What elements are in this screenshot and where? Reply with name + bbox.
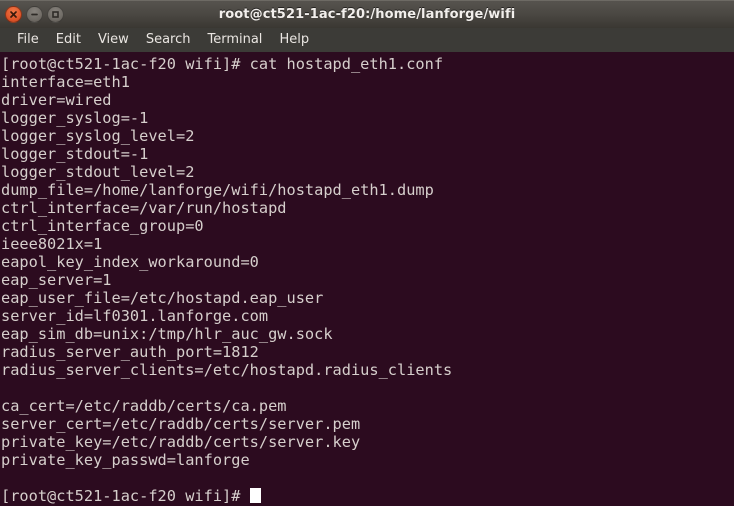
menu-item-edit[interactable]: Edit: [48, 31, 90, 49]
window-controls: [0, 6, 64, 23]
terminal-line: ctrl_interface=/var/run/hostapd: [1, 199, 287, 217]
terminal-line: server_cert=/etc/raddb/certs/server.pem: [1, 415, 361, 433]
terminal-line: ctrl_interface_group=0: [1, 217, 204, 235]
terminal-line: eapol_key_index_workaround=0: [1, 253, 259, 271]
menu-item-terminal[interactable]: Terminal: [199, 31, 271, 49]
terminal-line: logger_stdout=-1: [1, 145, 149, 163]
terminal-window: root@ct521-1ac-f20:/home/lanforge/wifi F…: [0, 0, 734, 506]
minimize-icon: [31, 13, 38, 16]
terminal-line: interface=eth1: [1, 73, 130, 91]
terminal-line: eap_user_file=/etc/hostapd.eap_user: [1, 289, 324, 307]
text-cursor: [249, 488, 262, 503]
terminal-line: private_key=/etc/raddb/certs/server.key: [1, 433, 361, 451]
menu-item-help[interactable]: Help: [271, 31, 318, 49]
title-bar[interactable]: root@ct521-1ac-f20:/home/lanforge/wifi: [0, 0, 734, 28]
terminal-line: eap_sim_db=unix:/tmp/hlr_auc_gw.sock: [1, 325, 333, 343]
shell-prompt: [root@ct521-1ac-f20 wifi]#: [1, 487, 250, 505]
terminal-line: logger_syslog=-1: [1, 109, 149, 127]
minimize-button[interactable]: [26, 6, 43, 23]
terminal-line: logger_syslog_level=2: [1, 127, 195, 145]
menu-item-file[interactable]: File: [9, 31, 48, 49]
terminal-line: radius_server_auth_port=1812: [1, 343, 259, 361]
maximize-button[interactable]: [47, 6, 64, 23]
terminal-line: server_id=lf0301.lanforge.com: [1, 307, 269, 325]
menu-item-view[interactable]: View: [90, 31, 138, 49]
terminal-text: [root@ct521-1ac-f20 wifi]# cat hostapd_e…: [1, 55, 734, 505]
terminal-line: logger_stdout_level=2: [1, 163, 195, 181]
terminal-prompt-line: [root@ct521-1ac-f20 wifi]#: [1, 487, 734, 505]
terminal-output-area[interactable]: [root@ct521-1ac-f20 wifi]# cat hostapd_e…: [0, 52, 734, 506]
window-title: root@ct521-1ac-f20:/home/lanforge/wifi: [218, 7, 516, 22]
terminal-line: radius_server_clients=/etc/hostapd.radiu…: [1, 361, 453, 379]
menu-item-search[interactable]: Search: [138, 31, 200, 49]
menu-bar: File Edit View Search Terminal Help: [0, 28, 734, 52]
terminal-line: dump_file=/home/lanforge/wifi/hostapd_et…: [1, 181, 434, 199]
terminal-line: [root@ct521-1ac-f20 wifi]# cat hostapd_e…: [1, 55, 444, 73]
maximize-icon: [52, 11, 59, 18]
terminal-line: private_key_passwd=lanforge: [1, 451, 250, 469]
terminal-line: eap_server=1: [1, 271, 112, 289]
close-icon: [10, 11, 17, 18]
close-button[interactable]: [5, 6, 22, 23]
terminal-line: driver=wired: [1, 91, 112, 109]
terminal-line: ieee8021x=1: [1, 235, 103, 253]
terminal-line: ca_cert=/etc/raddb/certs/ca.pem: [1, 397, 287, 415]
